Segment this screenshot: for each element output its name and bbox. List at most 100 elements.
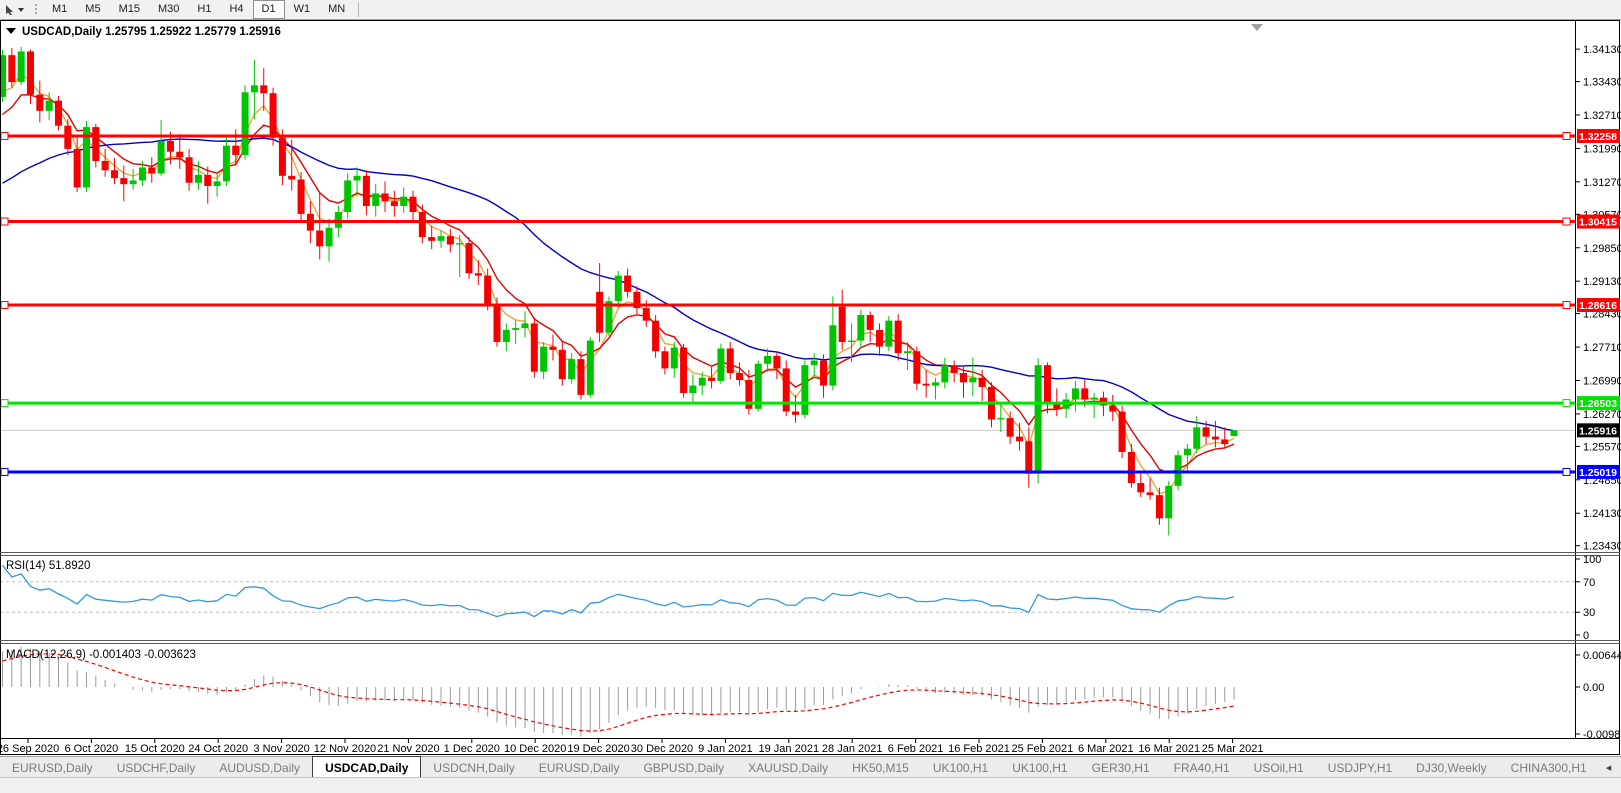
candle-body[interactable]: [148, 167, 156, 174]
candle-body[interactable]: [138, 167, 146, 181]
candle-body[interactable]: [8, 55, 16, 83]
timeframe-button-m1[interactable]: M1: [43, 0, 76, 19]
candle-body[interactable]: [558, 349, 566, 380]
candle-body[interactable]: [204, 174, 212, 187]
candle-body[interactable]: [922, 383, 930, 386]
candle-body[interactable]: [484, 275, 492, 305]
candle-body[interactable]: [157, 141, 165, 174]
candle-body[interactable]: [596, 291, 604, 333]
candle-body[interactable]: [773, 355, 781, 369]
candle-body[interactable]: [372, 193, 380, 206]
candle-body[interactable]: [736, 373, 744, 381]
candle-body[interactable]: [708, 377, 716, 381]
candle-body[interactable]: [456, 243, 464, 245]
timeframe-button-h1[interactable]: H1: [188, 0, 220, 19]
candle-body[interactable]: [876, 329, 884, 347]
hline-handle-right[interactable]: [1562, 217, 1571, 226]
candle-body[interactable]: [670, 347, 678, 369]
candle-body[interactable]: [1006, 418, 1014, 437]
chart-tab-hk50-m15[interactable]: HK50,M15: [840, 757, 921, 778]
candle-body[interactable]: [176, 151, 184, 158]
candle-body[interactable]: [577, 359, 585, 395]
chart-tab-audusd-daily[interactable]: AUDUSD,Daily: [207, 757, 312, 778]
candle-body[interactable]: [549, 346, 557, 350]
candle-body[interactable]: [1165, 485, 1173, 519]
candle-body[interactable]: [838, 306, 846, 342]
candle-body[interactable]: [213, 181, 221, 187]
hline-handle-left[interactable]: [0, 217, 9, 226]
candle-body[interactable]: [614, 275, 622, 302]
tabs-scroll-left-icon[interactable]: ◂: [1599, 761, 1619, 774]
timeframe-button-h4[interactable]: H4: [220, 0, 252, 19]
timeframe-button-m30[interactable]: M30: [149, 0, 188, 19]
candle-body[interactable]: [1155, 495, 1163, 519]
chart-tab-uk100-h1[interactable]: UK100,H1: [1000, 757, 1079, 778]
chart-tab-eurusd-daily[interactable]: EURUSD,Daily: [0, 757, 105, 778]
candle-body[interactable]: [801, 365, 809, 415]
candle-body[interactable]: [885, 320, 893, 347]
timeframe-button-d1[interactable]: D1: [252, 0, 285, 19]
candle-body[interactable]: [120, 178, 128, 185]
candle-body[interactable]: [959, 373, 967, 383]
cursor-arrow-icon[interactable]: [4, 3, 26, 16]
candle-body[interactable]: [932, 382, 939, 386]
candle-body[interactable]: [194, 174, 202, 183]
candle-body[interactable]: [726, 348, 734, 374]
candle-body[interactable]: [820, 360, 828, 386]
timeframe-button-m5[interactable]: M5: [76, 0, 109, 19]
candle-body[interactable]: [316, 230, 324, 247]
chart-tab-gbpusd-daily[interactable]: GBPUSD,Daily: [631, 757, 736, 778]
candle-body[interactable]: [297, 179, 305, 214]
candle-body[interactable]: [1081, 388, 1089, 400]
candle-body[interactable]: [437, 236, 445, 241]
chart-tab-usoil-h1[interactable]: USOil,H1: [1242, 757, 1316, 778]
hline-handle-left[interactable]: [0, 301, 9, 310]
candle-body[interactable]: [1034, 365, 1042, 474]
hline-handle-right[interactable]: [1562, 132, 1571, 140]
candle-body[interactable]: [353, 175, 361, 181]
candle-body[interactable]: [36, 94, 44, 111]
candle-body[interactable]: [400, 196, 408, 206]
hline-handle-right[interactable]: [1562, 399, 1571, 408]
candle-body[interactable]: [540, 346, 548, 372]
chart-tab-ger30-h1[interactable]: GER30,H1: [1080, 757, 1162, 778]
candle-body[interactable]: [530, 323, 538, 372]
candle-body[interactable]: [512, 328, 520, 330]
candle-body[interactable]: [1127, 451, 1135, 484]
candle-body[interactable]: [381, 193, 389, 202]
chart-tab-usdcad-daily[interactable]: USDCAD,Daily: [312, 756, 422, 778]
candle-body[interactable]: [521, 323, 529, 329]
candle-body[interactable]: [717, 348, 725, 381]
candle-body[interactable]: [465, 243, 473, 274]
candle-body[interactable]: [1043, 365, 1051, 403]
candle-body[interactable]: [288, 175, 296, 180]
candle-body[interactable]: [848, 340, 856, 342]
candle-body[interactable]: [764, 355, 772, 364]
candle-body[interactable]: [661, 351, 669, 369]
candle-body[interactable]: [26, 51, 34, 95]
candle-body[interactable]: [73, 148, 81, 188]
candle-body[interactable]: [568, 359, 576, 380]
candle-body[interactable]: [1090, 397, 1098, 400]
candle-body[interactable]: [1025, 441, 1033, 474]
candle-body[interactable]: [129, 180, 137, 185]
hline-handle-right[interactable]: [1562, 301, 1571, 310]
candle-body[interactable]: [260, 85, 268, 94]
chart-tab-usdchf-daily[interactable]: USDCHF,Daily: [105, 757, 208, 778]
candle-body[interactable]: [446, 236, 454, 245]
candle-body[interactable]: [689, 385, 697, 394]
toolbar-grip[interactable]: [34, 3, 39, 16]
chart-tab-xauusd-daily[interactable]: XAUUSD,Daily: [736, 757, 840, 778]
hline-handle-left[interactable]: [0, 467, 9, 476]
chart-tab-eurusd-daily[interactable]: EURUSD,Daily: [527, 757, 632, 778]
candle-body[interactable]: [1137, 483, 1145, 493]
candle-body[interactable]: [904, 351, 912, 354]
candle-body[interactable]: [390, 201, 398, 206]
candle-body[interactable]: [362, 175, 370, 206]
price-chart[interactable]: 1.341301.334301.327101.319901.312701.305…: [0, 20, 1621, 756]
candle-body[interactable]: [269, 93, 277, 138]
chart-tab-dj30-weekly[interactable]: DJ30,Weekly: [1404, 757, 1498, 778]
candle-body[interactable]: [586, 340, 594, 395]
candle-body[interactable]: [418, 212, 426, 238]
candle-body[interactable]: [997, 418, 1005, 420]
